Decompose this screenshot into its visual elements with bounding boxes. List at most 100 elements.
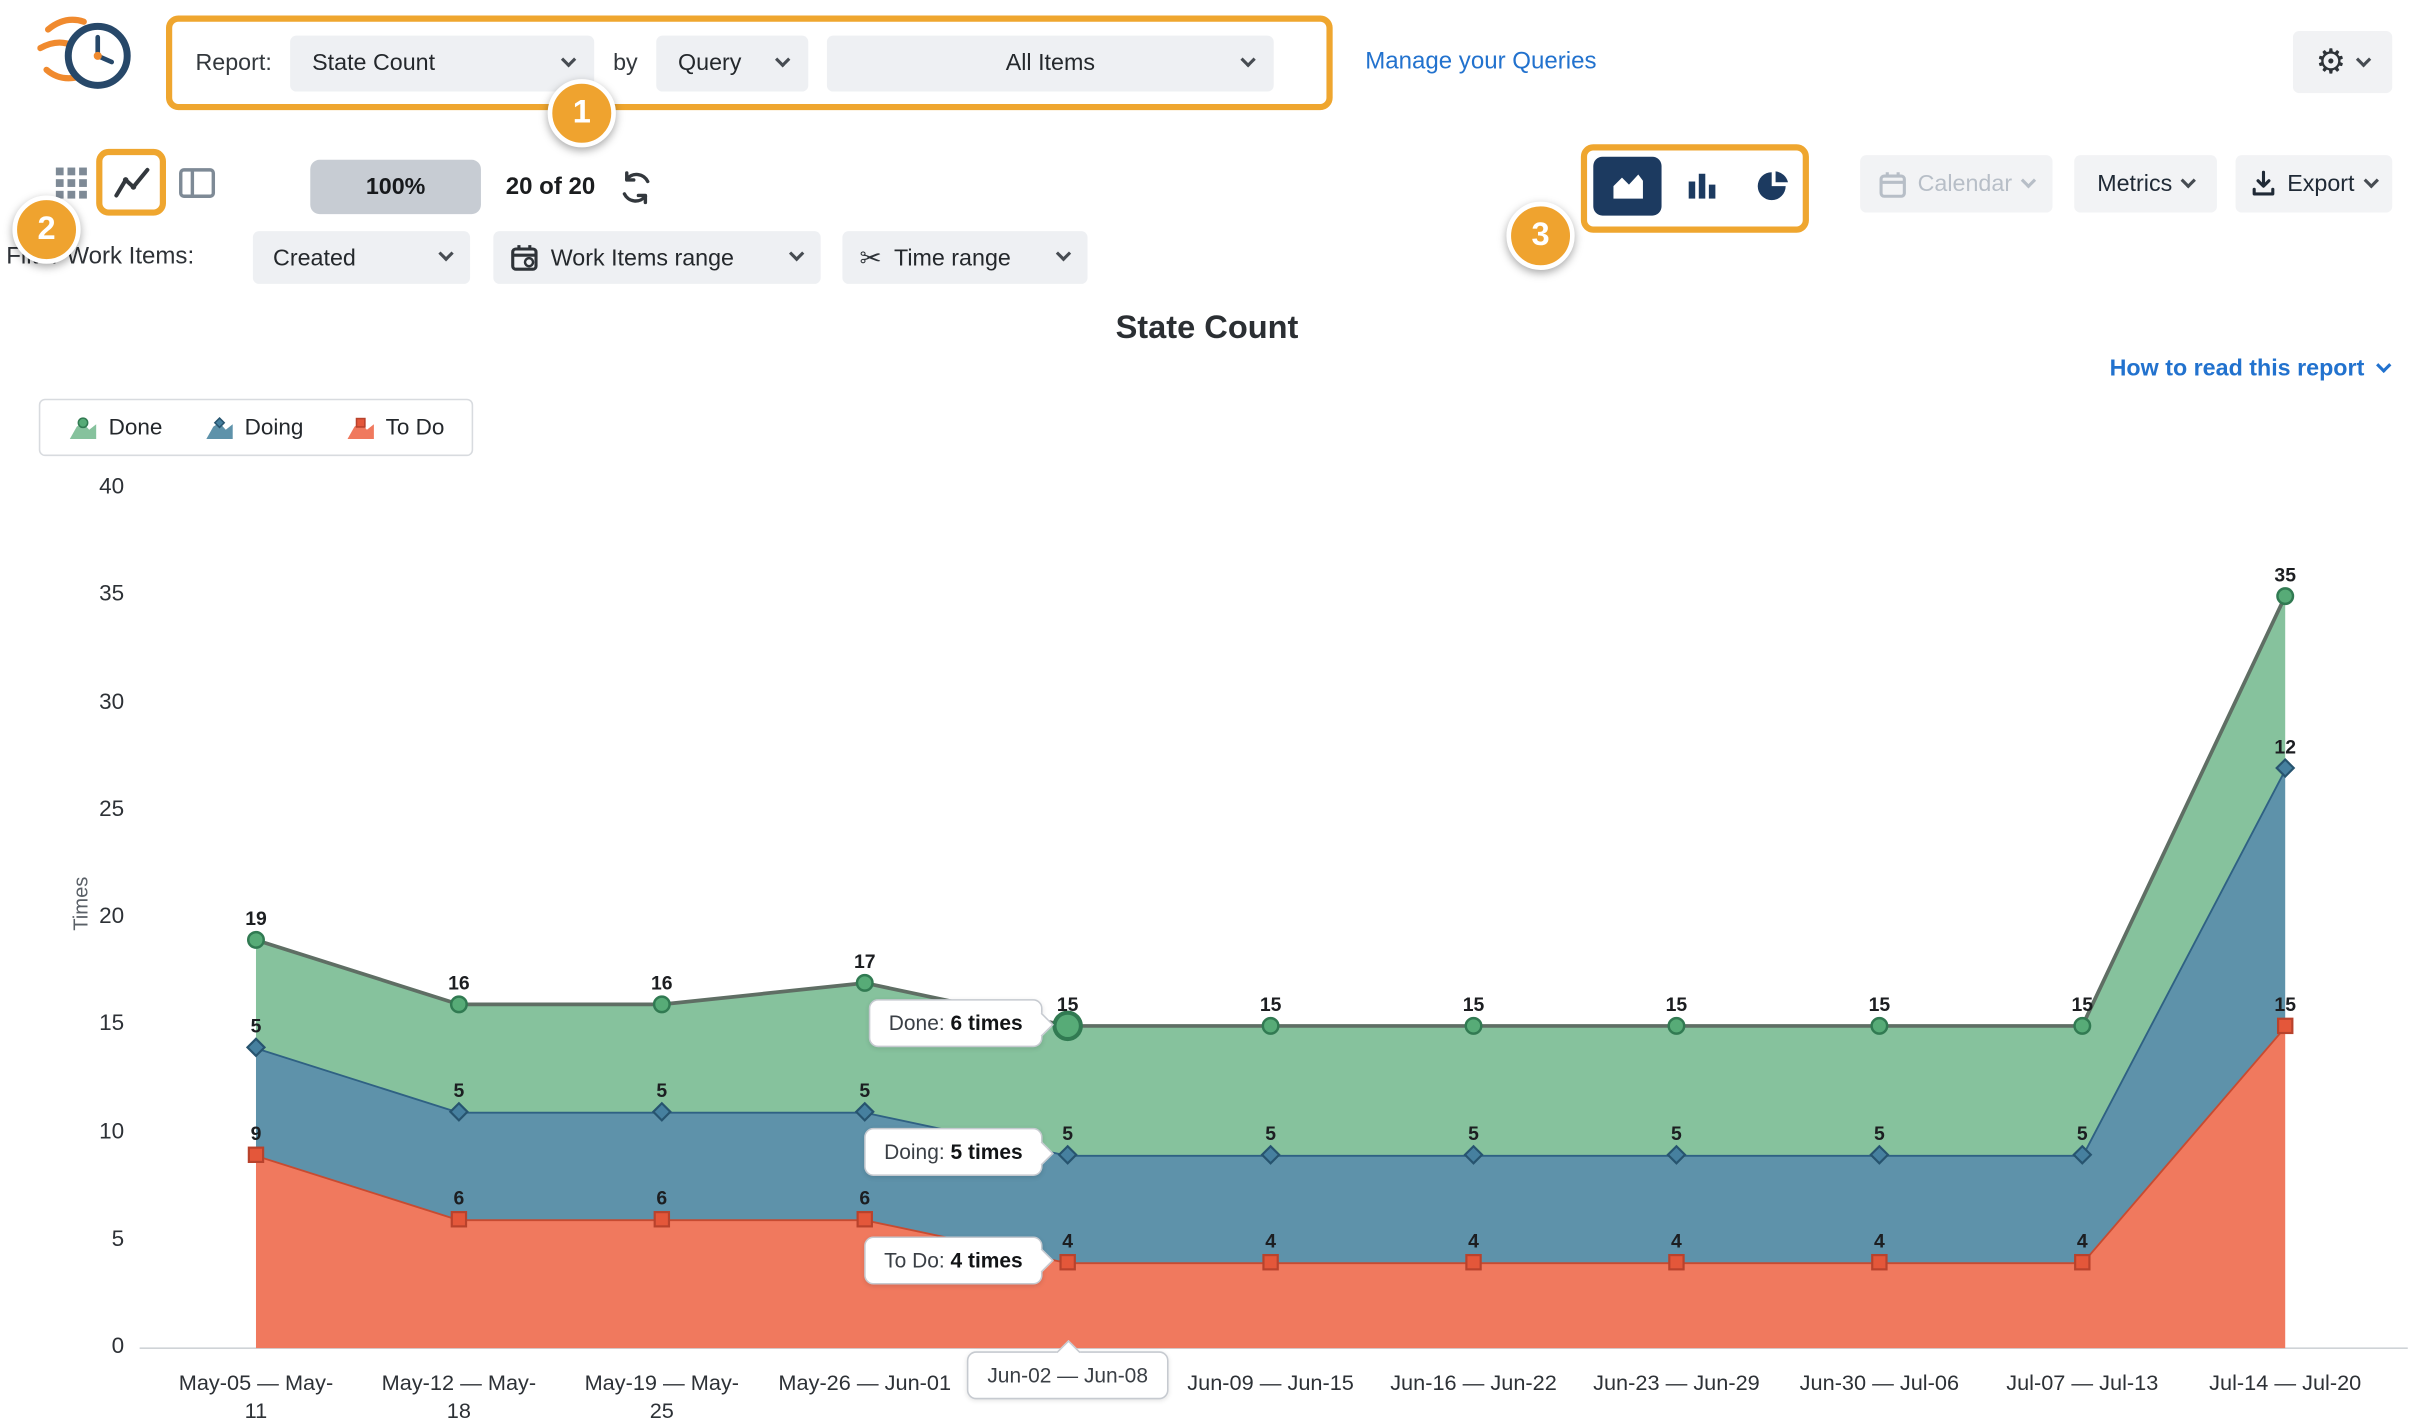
chart-point-to-do[interactable] xyxy=(1872,1255,1886,1269)
chart-point-to-do[interactable] xyxy=(1263,1255,1277,1269)
chart-point-done[interactable] xyxy=(1263,1018,1279,1034)
value-label: 5 xyxy=(656,1080,667,1102)
calendar-button-label: Calendar xyxy=(1918,171,2012,197)
grid-icon xyxy=(54,165,88,199)
work-items-range-label: Work Items range xyxy=(551,244,734,270)
value-label: 5 xyxy=(454,1080,465,1102)
chart-type-area-button[interactable] xyxy=(1593,157,1661,216)
value-label: 16 xyxy=(651,973,673,995)
legend-item-done[interactable]: Done xyxy=(68,415,162,440)
square-marker-icon xyxy=(345,415,374,440)
manage-queries-link[interactable]: Manage your Queries xyxy=(1365,48,1596,76)
value-label: 15 xyxy=(1260,994,1282,1016)
chart-view-button[interactable] xyxy=(105,157,156,208)
report-controls: Report: State Count by Query All Items xyxy=(195,34,1273,91)
value-label: 4 xyxy=(1671,1230,1682,1252)
circle-marker-icon xyxy=(68,415,97,440)
bar-chart-icon xyxy=(1683,168,1720,205)
line-chart-icon xyxy=(111,162,151,202)
chart-point-done[interactable] xyxy=(2075,1018,2091,1034)
zoom-level-button[interactable]: 100% xyxy=(310,160,481,214)
chart-point-to-do[interactable] xyxy=(858,1212,872,1226)
calendar-button[interactable]: Calendar xyxy=(1860,155,2052,212)
value-label: 4 xyxy=(1062,1230,1073,1252)
chart-point-done[interactable] xyxy=(2277,588,2293,604)
value-label: 5 xyxy=(1874,1123,1885,1145)
time-range-button[interactable]: ✂ Time range xyxy=(842,231,1087,284)
annotation-badge-2: 2 xyxy=(12,195,80,263)
chart-point-done[interactable] xyxy=(248,932,264,948)
scissors-icon: ✂ xyxy=(859,244,881,270)
items-count: 20 of 20 xyxy=(506,174,596,202)
items-select-value: All Items xyxy=(1006,50,1095,76)
chevron-down-icon xyxy=(2376,358,2391,373)
chart-point-done[interactable] xyxy=(857,975,873,991)
refresh-button[interactable] xyxy=(617,169,654,206)
chart-point-to-do[interactable] xyxy=(655,1212,669,1226)
chart-type-bar-button[interactable] xyxy=(1668,157,1736,216)
value-label: 15 xyxy=(2072,994,2094,1016)
report-select-value: State Count xyxy=(312,50,435,76)
chart-point-to-do[interactable] xyxy=(452,1212,466,1226)
chevron-down-icon xyxy=(438,246,453,261)
chart-point-to-do[interactable] xyxy=(1061,1255,1075,1269)
settings-button[interactable]: ⚙ xyxy=(2293,31,2392,93)
value-label: 15 xyxy=(1869,994,1891,1016)
export-button[interactable]: Export xyxy=(2236,155,2393,212)
value-label: 15 xyxy=(1057,994,1079,1016)
chevron-down-icon xyxy=(2021,173,2036,188)
calendar-icon xyxy=(1879,170,1907,198)
value-label: 4 xyxy=(2077,1230,2088,1252)
chart-point-to-do[interactable] xyxy=(1669,1255,1683,1269)
chart-point-done[interactable] xyxy=(1669,1018,1685,1034)
chart-point-done[interactable] xyxy=(1466,1018,1482,1034)
how-to-read-label: How to read this report xyxy=(2110,355,2365,381)
chevron-down-icon xyxy=(775,51,790,66)
legend-item-to-do[interactable]: To Do xyxy=(345,415,444,440)
time-range-label: Time range xyxy=(894,244,1011,270)
refresh-icon xyxy=(619,171,653,205)
download-icon xyxy=(2252,171,2277,197)
report-label: Report: xyxy=(195,50,271,76)
chart-point-to-do[interactable] xyxy=(249,1148,263,1162)
work-items-range-button[interactable]: Work Items range xyxy=(493,231,820,284)
chevron-down-icon xyxy=(789,246,804,261)
panel-view-button[interactable] xyxy=(175,161,217,203)
annotation-badge-3: 3 xyxy=(1506,202,1574,270)
how-to-read-link[interactable]: How to read this report xyxy=(2110,355,2390,381)
legend-label: To Do xyxy=(386,415,445,440)
diamond-marker-icon xyxy=(204,415,233,440)
query-select[interactable]: Query xyxy=(656,35,808,91)
value-label: 15 xyxy=(1666,994,1688,1016)
chart-point-done[interactable] xyxy=(451,997,467,1013)
value-label: 4 xyxy=(1874,1230,1885,1252)
created-select[interactable]: Created xyxy=(253,231,470,284)
chart-point-to-do[interactable] xyxy=(2278,1019,2292,1033)
value-label: 5 xyxy=(1265,1123,1276,1145)
chart-point-done[interactable] xyxy=(654,997,670,1013)
report-select[interactable]: State Count xyxy=(290,35,594,91)
calendar-range-icon xyxy=(510,244,538,272)
value-label: 6 xyxy=(454,1188,465,1210)
chart-point-done[interactable] xyxy=(1872,1018,1888,1034)
value-label: 5 xyxy=(1062,1123,1073,1145)
pie-chart-icon xyxy=(1755,168,1792,205)
value-label: 5 xyxy=(251,1016,262,1038)
query-select-value: Query xyxy=(678,50,741,76)
chart-legend: Done Doing To Do xyxy=(39,399,474,456)
chart-point-to-do[interactable] xyxy=(2075,1255,2089,1269)
state-count-chart[interactable]: 9666444444155555555555121916161715151515… xyxy=(0,465,2414,1422)
legend-label: Doing xyxy=(245,415,304,440)
value-label: 5 xyxy=(2077,1123,2088,1145)
chart-point-done[interactable] xyxy=(1054,1013,1080,1039)
chevron-down-icon xyxy=(2181,173,2196,188)
value-label: 15 xyxy=(1463,994,1485,1016)
legend-item-doing[interactable]: Doing xyxy=(204,415,303,440)
chart-point-to-do[interactable] xyxy=(1466,1255,1480,1269)
metrics-button[interactable]: Metrics xyxy=(2074,155,2217,212)
app-root: Report: State Count by Query All Items 1… xyxy=(0,0,2414,1422)
chart-type-pie-button[interactable] xyxy=(1739,157,1807,216)
value-label: 6 xyxy=(656,1188,667,1210)
created-select-value: Created xyxy=(273,244,356,270)
items-select[interactable]: All Items xyxy=(827,35,1274,91)
